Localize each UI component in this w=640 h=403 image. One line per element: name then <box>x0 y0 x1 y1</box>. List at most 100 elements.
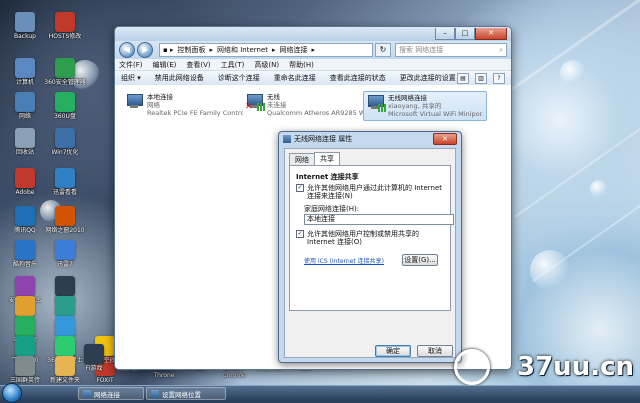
app-icon <box>15 316 35 336</box>
app-icon <box>55 276 75 296</box>
change-settings-button[interactable]: 更改此连接的设置 <box>400 73 456 83</box>
breadcrumb-network-connections[interactable]: 网络连接 <box>280 45 308 55</box>
desktop-icon-label: 网络之窗2010 <box>45 227 85 234</box>
disable-device-button[interactable]: 禁用此网络设备 <box>155 73 204 83</box>
menu-help[interactable]: 帮助(H) <box>289 60 314 70</box>
properties-dialog[interactable]: 无线网络连接 属性 ✕ 网络 共享 Internet 连接共享 ✓ 允许其他网络… <box>278 131 462 363</box>
close-button[interactable]: ✕ <box>475 28 507 40</box>
back-button[interactable]: ◀ <box>119 42 135 58</box>
connection-status: 网络 <box>147 101 160 109</box>
ok-button[interactable]: 确定 <box>375 345 411 357</box>
desktop-icon[interactable]: Win7优化 <box>42 128 88 156</box>
allow-share-checkbox[interactable]: ✓ <box>296 184 304 192</box>
menu-tools[interactable]: 工具(T) <box>221 60 245 70</box>
ics-help-link[interactable]: 使用 ICS (Internet 连接共享) <box>304 256 384 265</box>
network-icon <box>151 389 159 398</box>
app-icon <box>55 58 75 78</box>
breadcrumb-control-panel[interactable]: 控制面板 <box>177 45 205 55</box>
sharing-panel: Internet 连接共享 ✓ 允许其他网络用户通过此计算机的 Internet… <box>289 165 454 311</box>
allow-control-checkbox[interactable]: ✓ <box>296 230 304 238</box>
help-icon[interactable]: ? <box>493 73 505 84</box>
desktop-icon[interactable]: 迅雷看看 <box>42 168 88 196</box>
desktop-icon-label: 迅雷看看 <box>52 189 77 196</box>
app-icon <box>55 92 75 112</box>
app-icon <box>55 296 75 316</box>
connection-item-local[interactable]: 本地连接 网络 Realtek PCIe FE Family Controlle… <box>123 91 245 119</box>
app-icon <box>15 128 35 148</box>
folder-icon: ▪ ▸ <box>163 46 174 54</box>
app-icon <box>15 206 35 226</box>
connection-item-wireless[interactable]: ✕ 无线 未连接 Qualcomm Atheros AR9285 W... <box>243 91 365 119</box>
start-button[interactable] <box>2 383 22 403</box>
allow-control-option[interactable]: ✓ 允许其他网络用户控制或禁用共享的 Internet 连接(O) <box>296 230 448 246</box>
menu-bar: 文件(F) 编辑(E) 查看(V) 工具(T) 高级(N) 帮助(H) <box>115 59 511 71</box>
menu-edit[interactable]: 编辑(E) <box>153 60 177 70</box>
connection-device: Microsoft Virtual WiFi Minipor... <box>388 110 484 118</box>
connection-name: 本地连接 <box>147 93 173 101</box>
organize-button[interactable]: 组织 ▾ <box>121 73 141 83</box>
preview-pane-icon[interactable]: ▥ <box>475 73 487 84</box>
cancel-button[interactable]: 取消 <box>417 345 453 357</box>
desktop-icon-label: Win7优化 <box>51 149 79 156</box>
allow-share-option[interactable]: ✓ 允许其他网络用户通过此计算机的 Internet 连接来连接(N) <box>296 184 448 200</box>
connection-status: xiaoyang, 共享的 <box>388 102 442 110</box>
desktop-icon-label: 迅雷7 <box>57 261 73 268</box>
dialog-close-button[interactable]: ✕ <box>433 133 457 145</box>
refresh-icon[interactable]: ↻ <box>375 43 391 57</box>
menu-file[interactable]: 文件(F) <box>119 60 143 70</box>
view-status-button[interactable]: 查看此连接的状态 <box>330 73 386 83</box>
desktop-icon[interactable]: 网络之窗2010 <box>42 206 88 234</box>
desktop-icon[interactable]: HOSTS修改 <box>42 12 88 40</box>
app-icon <box>15 296 35 316</box>
desktop-icon-label: Fi游戏 <box>85 365 103 372</box>
app-icon <box>55 336 75 356</box>
desktop-icon-label: 360安全管理器 <box>44 79 86 86</box>
task-label: 设置网络位置 <box>162 390 201 399</box>
desktop-icon[interactable]: 360安全管理器 <box>42 58 88 86</box>
app-icon <box>15 336 35 356</box>
allow-control-label: 允许其他网络用户控制或禁用共享的 Internet 连接(O) <box>307 230 419 246</box>
tab-sharing[interactable]: 共享 <box>314 152 340 166</box>
breadcrumb-network-internet[interactable]: 网络和 Internet <box>217 45 268 55</box>
app-icon <box>15 58 35 78</box>
watermark-text: 37uu.cn <box>517 352 634 382</box>
ics-group-title: Internet 连接共享 <box>296 173 359 181</box>
forward-button[interactable]: ▶ <box>137 42 153 58</box>
wired-network-icon <box>125 93 143 111</box>
app-icon <box>15 92 35 112</box>
dialog-titlebar[interactable]: 无线网络连接 属性 ✕ <box>279 132 461 146</box>
search-input[interactable]: 搜索 网络连接 ⌕ <box>395 43 507 57</box>
menu-view[interactable]: 查看(V) <box>186 60 210 70</box>
menu-advanced[interactable]: 高级(N) <box>254 60 279 70</box>
address-bar[interactable]: ▪ ▸ 控制面板 ▸ 网络和 Internet ▸ 网络连接 ▸ <box>159 43 373 57</box>
rename-button[interactable]: 重命名此连接 <box>274 73 316 83</box>
connection-item-wireless-network[interactable]: 无线网络连接 xiaoyang, 共享的 Microsoft Virtual W… <box>363 91 487 121</box>
app-icon <box>55 206 75 226</box>
app-icon <box>55 356 75 376</box>
window-titlebar[interactable]: – □ ✕ <box>115 27 511 41</box>
home-network-label: 家庭网络连接(H): <box>304 205 360 213</box>
allow-share-label: 允许其他网络用户通过此计算机的 Internet 连接来连接(N) <box>307 184 443 200</box>
desktop-icon[interactable]: Fi游戏 <box>76 344 112 372</box>
view-options-icon[interactable]: ▤ <box>457 73 469 84</box>
home-network-field[interactable]: 本地连接 <box>304 214 454 225</box>
desktop-icon-label: FOXIT <box>96 377 114 384</box>
search-icon: ⌕ <box>499 45 503 54</box>
desktop-icon-label: HOSTS修改 <box>48 33 82 40</box>
settings-button[interactable]: 设置(G)... <box>402 254 438 266</box>
wireless-network-icon <box>366 94 386 112</box>
minimize-button[interactable]: – <box>435 28 455 40</box>
desktop-icon-label: 360U盘 <box>54 113 76 120</box>
taskbar-network-connections[interactable]: 网络连接 <box>78 387 144 400</box>
taskbar-network-location[interactable]: 设置网络位置 <box>146 387 226 400</box>
desktop-icon[interactable]: 360U盘 <box>42 92 88 120</box>
dialog-title: 无线网络连接 属性 <box>294 135 353 143</box>
diagnose-button[interactable]: 诊断这个连接 <box>218 73 260 83</box>
address-row: ◀ ▶ ▪ ▸ 控制面板 ▸ 网络和 Internet ▸ 网络连接 ▸ ↻ 搜索 网… <box>115 41 511 59</box>
app-icon <box>15 356 35 376</box>
desktop-icon[interactable]: 迅雷7 <box>42 240 88 268</box>
connection-status: 未连接 <box>267 101 287 109</box>
app-icon <box>55 168 75 188</box>
maximize-button[interactable]: □ <box>455 28 475 40</box>
task-label: 网络连接 <box>94 390 120 399</box>
